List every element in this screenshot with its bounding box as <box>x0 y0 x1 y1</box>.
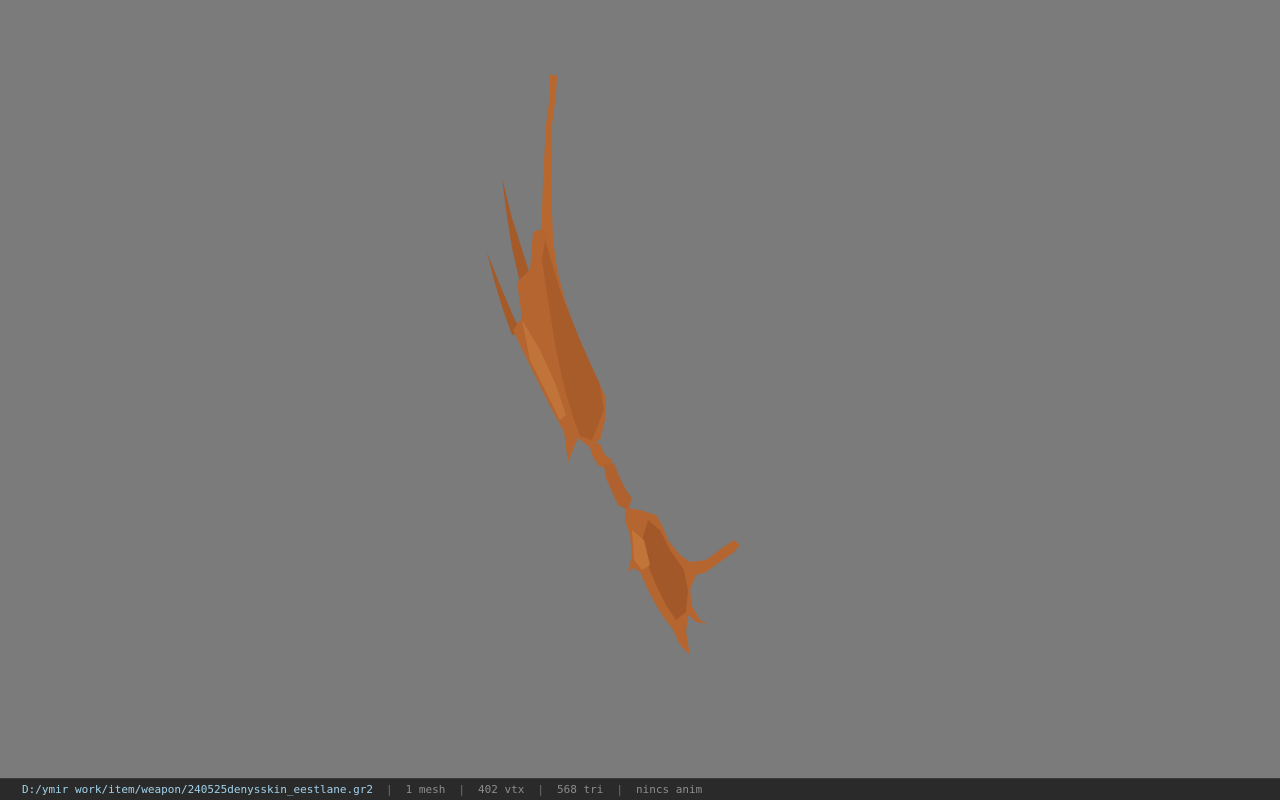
handle <box>604 463 632 510</box>
3d-viewport[interactable] <box>0 0 1280 778</box>
vertex-count: 402 vtx <box>478 783 525 796</box>
weapon-model[interactable] <box>0 0 1280 778</box>
separator: | <box>537 783 544 796</box>
blade-spike-upper <box>502 178 533 285</box>
separator: | <box>616 783 623 796</box>
status-bar: D:/ymir work/item/weapon/240525denysskin… <box>0 778 1280 800</box>
file-path: D:/ymir work/item/weapon/240525denysskin… <box>22 783 373 796</box>
mesh-count: 1 mesh <box>405 783 446 796</box>
animation-status: nincs anim <box>635 783 703 796</box>
separator: | <box>458 783 465 796</box>
triangle-count: 568 tri <box>556 783 604 796</box>
separator: | <box>386 783 393 796</box>
